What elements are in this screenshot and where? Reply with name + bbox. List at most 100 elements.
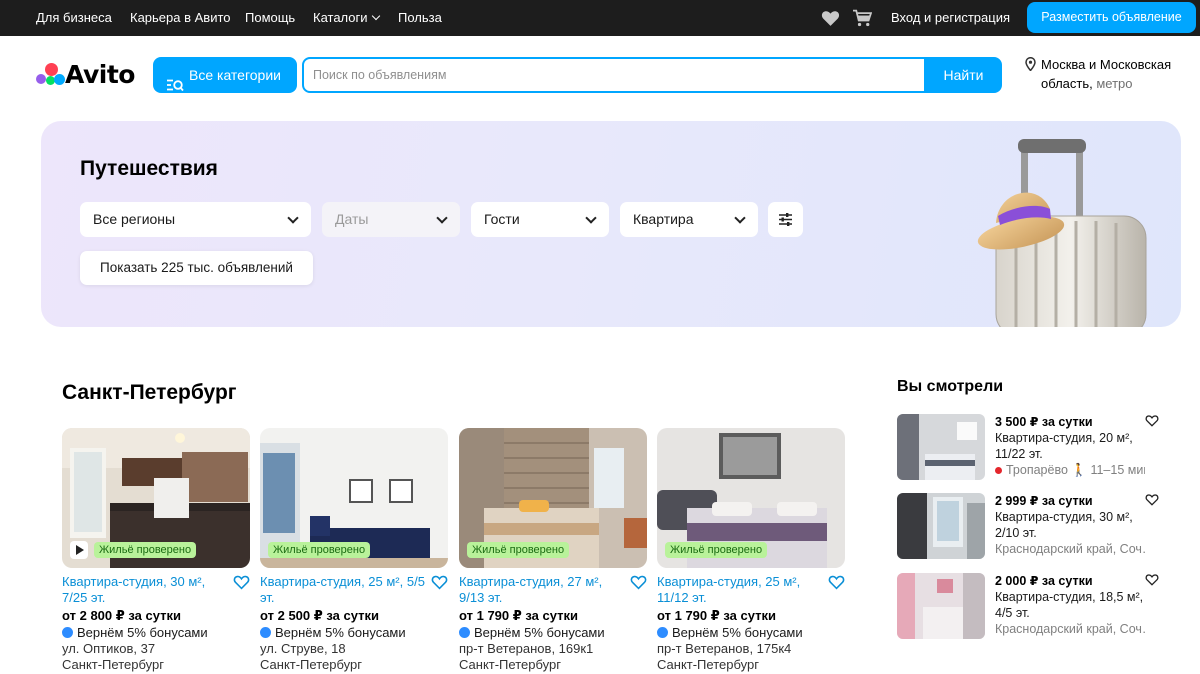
login-link[interactable]: Вход и регистрация <box>891 0 1010 36</box>
listing-price: от 2 800 ₽ за сутки <box>62 608 182 623</box>
top-bar: Для бизнеса Карьера в Авито Помощь Катал… <box>0 0 1200 36</box>
bonus-icon <box>260 627 271 638</box>
filter-settings-button[interactable] <box>768 202 803 237</box>
favorite-heart-icon[interactable] <box>431 574 448 595</box>
bonus-label: Вернём 5% бонусами <box>672 625 803 640</box>
listing-photo[interactable]: Жильё проверено <box>260 428 448 568</box>
chevron-down-icon <box>287 212 299 224</box>
recently-viewed-item[interactable]: 3 500 ₽ за сутки Квартира-студия, 20 м²,… <box>897 414 1167 480</box>
recently-viewed-thumbnail[interactable] <box>897 414 985 480</box>
property-type-dropdown[interactable]: Квартира <box>620 202 758 237</box>
listing-price: от 1 790 ₽ за сутки <box>459 608 579 623</box>
recently-viewed-thumbnail[interactable] <box>897 573 985 639</box>
search-input[interactable] <box>304 59 924 91</box>
favorite-heart-icon[interactable] <box>1145 493 1159 511</box>
bonus-icon <box>657 627 668 638</box>
avito-logo[interactable]: Avito <box>35 60 135 90</box>
all-categories-button[interactable]: Все категории <box>153 57 297 93</box>
recently-viewed-desc: Квартира-студия, 30 м², <box>995 510 1133 524</box>
listing-title[interactable]: Квартира-студия, 27 м², 9/13 эт. <box>459 574 629 606</box>
listing-street: пр-т Ветеранов, 175к4 <box>657 641 792 656</box>
travel-banner: Путешествия Все регионы Даты Гости Кварт… <box>41 121 1181 327</box>
dates-dropdown[interactable]: Даты <box>322 202 460 237</box>
recently-viewed-thumbnail[interactable] <box>897 493 985 559</box>
bonus-icon <box>459 627 470 638</box>
logo-text: Avito <box>65 60 135 89</box>
recently-viewed-location: Краснодарский край, Соч… <box>995 622 1145 636</box>
listing-title[interactable]: Квартира-студия, 25 м², 11/12 эт. <box>657 574 827 606</box>
recently-viewed-floor: 2/10 эт. <box>995 526 1037 540</box>
search-box <box>302 57 926 93</box>
listing-card[interactable]: Жильё проверено Квартира-студия, 27 м², … <box>459 428 647 673</box>
listing-card[interactable]: Жильё проверено Квартира-студия, 25 м², … <box>260 428 448 673</box>
listing-photo[interactable]: Жильё проверено <box>657 428 845 568</box>
recently-viewed-floor: 11/22 эт. <box>995 447 1043 461</box>
regions-dropdown[interactable]: Все регионы <box>80 202 311 237</box>
favorites-heart-icon[interactable] <box>821 9 840 32</box>
walking-time: 11–15 мин. <box>1090 463 1145 477</box>
listing-price: от 1 790 ₽ за сутки <box>657 608 777 623</box>
chevron-down-icon <box>734 212 746 224</box>
listing-bonus: Вернём 5% бонусами <box>260 624 448 641</box>
nav-help[interactable]: Помощь <box>245 0 295 36</box>
chevron-down-icon <box>436 212 448 224</box>
location-pin-icon <box>1025 56 1036 76</box>
favorite-heart-icon[interactable] <box>233 574 250 595</box>
guests-dropdown[interactable]: Гости <box>471 202 609 237</box>
listing-city: Санкт-Петербург <box>657 657 759 672</box>
bonus-label: Вернём 5% бонусами <box>275 625 406 640</box>
listing-street: ул. Оптиков, 37 <box>62 641 156 656</box>
recently-viewed-heading: Вы смотрели <box>897 378 1004 395</box>
categories-search-icon <box>167 69 184 105</box>
nav-catalogs[interactable]: Каталоги <box>313 0 379 36</box>
listing-card[interactable]: Жильё проверено Квартира-студия, 25 м², … <box>657 428 845 673</box>
nav-business[interactable]: Для бизнеса <box>36 0 112 36</box>
banner-title: Путешествия <box>80 157 218 180</box>
favorite-heart-icon[interactable] <box>1145 414 1159 432</box>
listing-city: Санкт-Петербург <box>459 657 561 672</box>
recently-viewed-desc: Квартира-студия, 18,5 м², <box>995 590 1144 604</box>
listing-title[interactable]: Квартира-студия, 30 м², 7/25 эт. <box>62 574 232 606</box>
listing-street: ул. Струве, 18 <box>260 641 346 656</box>
dates-dropdown-label: Даты <box>335 211 369 227</box>
video-play-icon[interactable] <box>70 541 88 559</box>
post-ad-button[interactable]: Разместить объявление <box>1027 2 1196 33</box>
favorite-heart-icon[interactable] <box>630 574 647 595</box>
guests-dropdown-label: Гости <box>484 211 520 227</box>
property-type-label: Квартира <box>633 211 694 227</box>
listing-bonus: Вернём 5% бонусами <box>657 624 845 641</box>
listing-card[interactable]: Жильё проверено Квартира-студия, 30 м², … <box>62 428 250 673</box>
favorite-heart-icon[interactable] <box>1145 573 1159 591</box>
recently-viewed-item[interactable]: 2 999 ₽ за сутки Квартира-студия, 30 м²,… <box>897 493 1167 559</box>
regions-dropdown-label: Все регионы <box>93 211 176 227</box>
filter-sliders-icon <box>779 213 792 226</box>
walking-person-icon: 🚶 <box>1071 463 1087 477</box>
location-selector[interactable]: Москва и Московская область, метро <box>1025 55 1195 93</box>
listing-title[interactable]: Квартира-студия, 25 м², 5/5 эт. <box>260 574 430 606</box>
nav-career[interactable]: Карьера в Авито <box>130 0 231 36</box>
listing-price: от 2 500 ₽ за сутки <box>260 608 380 623</box>
bonus-icon <box>62 627 73 638</box>
logo-dot-blue <box>54 74 65 85</box>
location-metro: метро <box>1092 76 1133 91</box>
bonus-label: Вернём 5% бонусами <box>77 625 208 640</box>
nav-benefit[interactable]: Польза <box>398 0 442 36</box>
listing-street: пр-т Ветеранов, 169к1 <box>459 641 594 656</box>
recently-viewed-price: 3 500 ₽ за сутки <box>995 415 1093 429</box>
listing-photo[interactable]: Жильё проверено <box>62 428 250 568</box>
listing-bonus: Вернём 5% бонусами <box>62 624 250 641</box>
search-button[interactable]: Найти <box>925 57 1002 93</box>
verified-badge: Жильё проверено <box>94 542 197 558</box>
listing-photo[interactable]: Жильё проверено <box>459 428 647 568</box>
metro-line-dot <box>995 467 1002 474</box>
recently-viewed-item[interactable]: 2 000 ₽ за сутки Квартира-студия, 18,5 м… <box>897 573 1167 639</box>
city-heading: Санкт-Петербург <box>62 381 237 404</box>
favorite-heart-icon[interactable] <box>828 574 845 595</box>
recently-viewed-price: 2 000 ₽ за сутки <box>995 574 1093 588</box>
location-line-1: Москва и Московская <box>1041 57 1172 72</box>
cart-icon[interactable] <box>852 9 873 32</box>
suitcase-hat-illustration <box>977 139 1147 327</box>
all-categories-label: Все категории <box>189 67 281 83</box>
show-results-button[interactable]: Показать 225 тыс. объявлений <box>80 251 313 285</box>
logo-dot-purple <box>36 74 46 84</box>
